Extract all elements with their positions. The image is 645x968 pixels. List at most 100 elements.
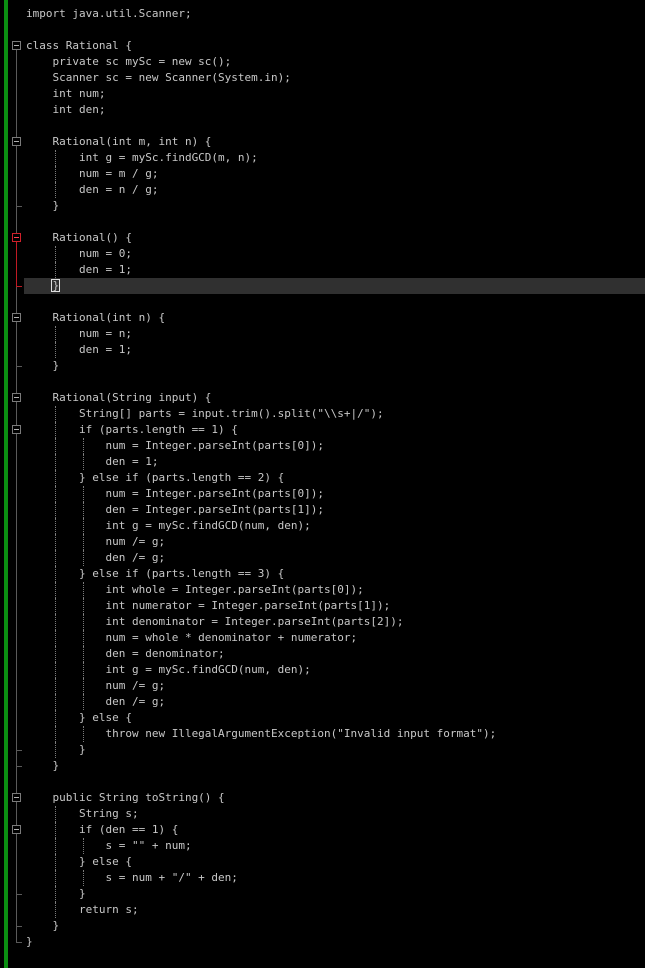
fold-end-tick bbox=[16, 894, 22, 895]
fold-collapse-icon[interactable] bbox=[12, 233, 21, 242]
code-line-text: } bbox=[26, 935, 33, 948]
code-line[interactable]: } else { bbox=[26, 710, 645, 726]
code-line[interactable] bbox=[26, 22, 645, 38]
code-line[interactable]: den = n / g; bbox=[26, 182, 645, 198]
fold-collapse-icon[interactable] bbox=[12, 41, 21, 50]
code-line-text: public String toString() { bbox=[26, 791, 225, 804]
code-line[interactable]: num = whole * denominator + numerator; bbox=[26, 630, 645, 646]
code-line-text: Rational(int m, int n) { bbox=[26, 135, 212, 148]
code-line[interactable]: den = 1; bbox=[26, 342, 645, 358]
code-line[interactable]: } bbox=[26, 886, 645, 902]
code-line[interactable]: int whole = Integer.parseInt(parts[0]); bbox=[26, 582, 645, 598]
code-line[interactable]: num = Integer.parseInt(parts[0]); bbox=[26, 486, 645, 502]
code-line[interactable] bbox=[26, 774, 645, 790]
code-line-text: den = denominator; bbox=[26, 647, 225, 660]
code-line[interactable]: public String toString() { bbox=[26, 790, 645, 806]
code-line[interactable]: class Rational { bbox=[26, 38, 645, 54]
code-line[interactable]: } bbox=[26, 918, 645, 934]
code-line-text: int whole = Integer.parseInt(parts[0]); bbox=[26, 583, 364, 596]
code-line-text: Rational(int n) { bbox=[26, 311, 166, 324]
code-line-text: den /= g; bbox=[26, 695, 166, 708]
code-line[interactable] bbox=[26, 118, 645, 134]
code-line[interactable]: num = 0; bbox=[26, 246, 645, 262]
code-line-text: num /= g; bbox=[26, 679, 166, 692]
code-line-text: if (den == 1) { bbox=[26, 823, 179, 836]
fold-end-tick bbox=[16, 750, 22, 751]
code-line[interactable] bbox=[26, 294, 645, 310]
code-line[interactable]: num = Integer.parseInt(parts[0]); bbox=[26, 438, 645, 454]
code-line[interactable]: Rational(int m, int n) { bbox=[26, 134, 645, 150]
code-line[interactable]: String[] parts = input.trim().split("\\s… bbox=[26, 406, 645, 422]
code-line[interactable]: } bbox=[26, 358, 645, 374]
fold-collapse-icon[interactable] bbox=[12, 425, 21, 434]
code-line[interactable]: } else if (parts.length == 2) { bbox=[26, 470, 645, 486]
code-line[interactable]: num /= g; bbox=[26, 534, 645, 550]
code-line[interactable]: int den; bbox=[26, 102, 645, 118]
code-line-text: int numerator = Integer.parseInt(parts[1… bbox=[26, 599, 391, 612]
fold-end-tick bbox=[16, 766, 22, 767]
fold-collapse-icon[interactable] bbox=[12, 137, 21, 146]
code-line-text: num /= g; bbox=[26, 535, 166, 548]
fold-collapse-icon[interactable] bbox=[12, 313, 21, 322]
code-line[interactable]: int denominator = Integer.parseInt(parts… bbox=[26, 614, 645, 630]
code-line[interactable]: int g = mySc.findGCD(num, den); bbox=[26, 662, 645, 678]
code-line-text: den = n / g; bbox=[26, 183, 159, 196]
code-line[interactable]: } bbox=[26, 198, 645, 214]
code-line[interactable]: throw new IllegalArgumentException("Inva… bbox=[26, 726, 645, 742]
code-line[interactable]: if (parts.length == 1) { bbox=[26, 422, 645, 438]
code-line-text: String[] parts = input.trim().split("\\s… bbox=[26, 407, 384, 420]
code-line[interactable]: den = 1; bbox=[26, 262, 645, 278]
fold-collapse-icon[interactable] bbox=[12, 793, 21, 802]
code-line[interactable]: den /= g; bbox=[26, 694, 645, 710]
code-line-text: den = 1; bbox=[26, 263, 132, 276]
code-line[interactable] bbox=[26, 214, 645, 230]
code-line[interactable]: int numerator = Integer.parseInt(parts[1… bbox=[26, 598, 645, 614]
current-code-line[interactable]: } bbox=[24, 278, 645, 294]
code-line[interactable]: } bbox=[26, 742, 645, 758]
code-line-text: s = num + "/" + den; bbox=[26, 871, 238, 884]
code-line[interactable]: } bbox=[26, 758, 645, 774]
fold-end-tick bbox=[16, 942, 22, 943]
code-line[interactable]: import java.util.Scanner; bbox=[26, 6, 645, 22]
fold-collapse-icon[interactable] bbox=[12, 825, 21, 834]
code-line[interactable]: int num; bbox=[26, 86, 645, 102]
code-line[interactable]: if (den == 1) { bbox=[26, 822, 645, 838]
code-line-text: int den; bbox=[26, 103, 106, 116]
code-line[interactable]: int g = mySc.findGCD(num, den); bbox=[26, 518, 645, 534]
code-editor[interactable]: import java.util.Scanner; class Rational … bbox=[0, 0, 645, 968]
code-line[interactable]: num = m / g; bbox=[26, 166, 645, 182]
code-line[interactable]: s = "" + num; bbox=[26, 838, 645, 854]
code-line[interactable]: int g = mySc.findGCD(m, n); bbox=[26, 150, 645, 166]
code-line-text: } bbox=[26, 199, 60, 212]
code-line[interactable]: private sc mySc = new sc(); bbox=[26, 54, 645, 70]
code-line-text: num = n; bbox=[26, 327, 132, 340]
code-line-text: } else { bbox=[26, 855, 132, 868]
code-line[interactable]: String s; bbox=[26, 806, 645, 822]
code-area[interactable]: import java.util.Scanner; class Rational … bbox=[24, 6, 645, 950]
code-line[interactable]: num /= g; bbox=[26, 678, 645, 694]
code-line[interactable]: Rational(String input) { bbox=[26, 390, 645, 406]
fold-collapse-icon[interactable] bbox=[12, 393, 21, 402]
code-line-text: int g = mySc.findGCD(num, den); bbox=[26, 519, 311, 532]
code-line[interactable]: return s; bbox=[26, 902, 645, 918]
code-line-text: int num; bbox=[26, 87, 106, 100]
code-line[interactable]: Rational(int n) { bbox=[26, 310, 645, 326]
code-line[interactable]: den = Integer.parseInt(parts[1]); bbox=[26, 502, 645, 518]
code-line[interactable]: } else { bbox=[26, 854, 645, 870]
code-line[interactable]: Scanner sc = new Scanner(System.in); bbox=[26, 70, 645, 86]
code-line[interactable]: Rational() { bbox=[26, 230, 645, 246]
code-line[interactable]: s = num + "/" + den; bbox=[26, 870, 645, 886]
code-line[interactable]: den /= g; bbox=[26, 550, 645, 566]
code-line[interactable]: } else if (parts.length == 3) { bbox=[26, 566, 645, 582]
code-line-text: Rational() { bbox=[26, 231, 132, 244]
code-line[interactable]: den = denominator; bbox=[26, 646, 645, 662]
code-line-text: num = Integer.parseInt(parts[0]); bbox=[26, 487, 325, 500]
code-line[interactable] bbox=[26, 374, 645, 390]
code-line-text: } bbox=[26, 887, 86, 900]
fold-gutter[interactable] bbox=[8, 0, 26, 968]
fold-end-tick bbox=[16, 926, 22, 927]
code-line[interactable]: num = n; bbox=[26, 326, 645, 342]
code-line[interactable]: } bbox=[26, 934, 645, 950]
code-line-text: Rational(String input) { bbox=[26, 391, 212, 404]
code-line[interactable]: den = 1; bbox=[26, 454, 645, 470]
